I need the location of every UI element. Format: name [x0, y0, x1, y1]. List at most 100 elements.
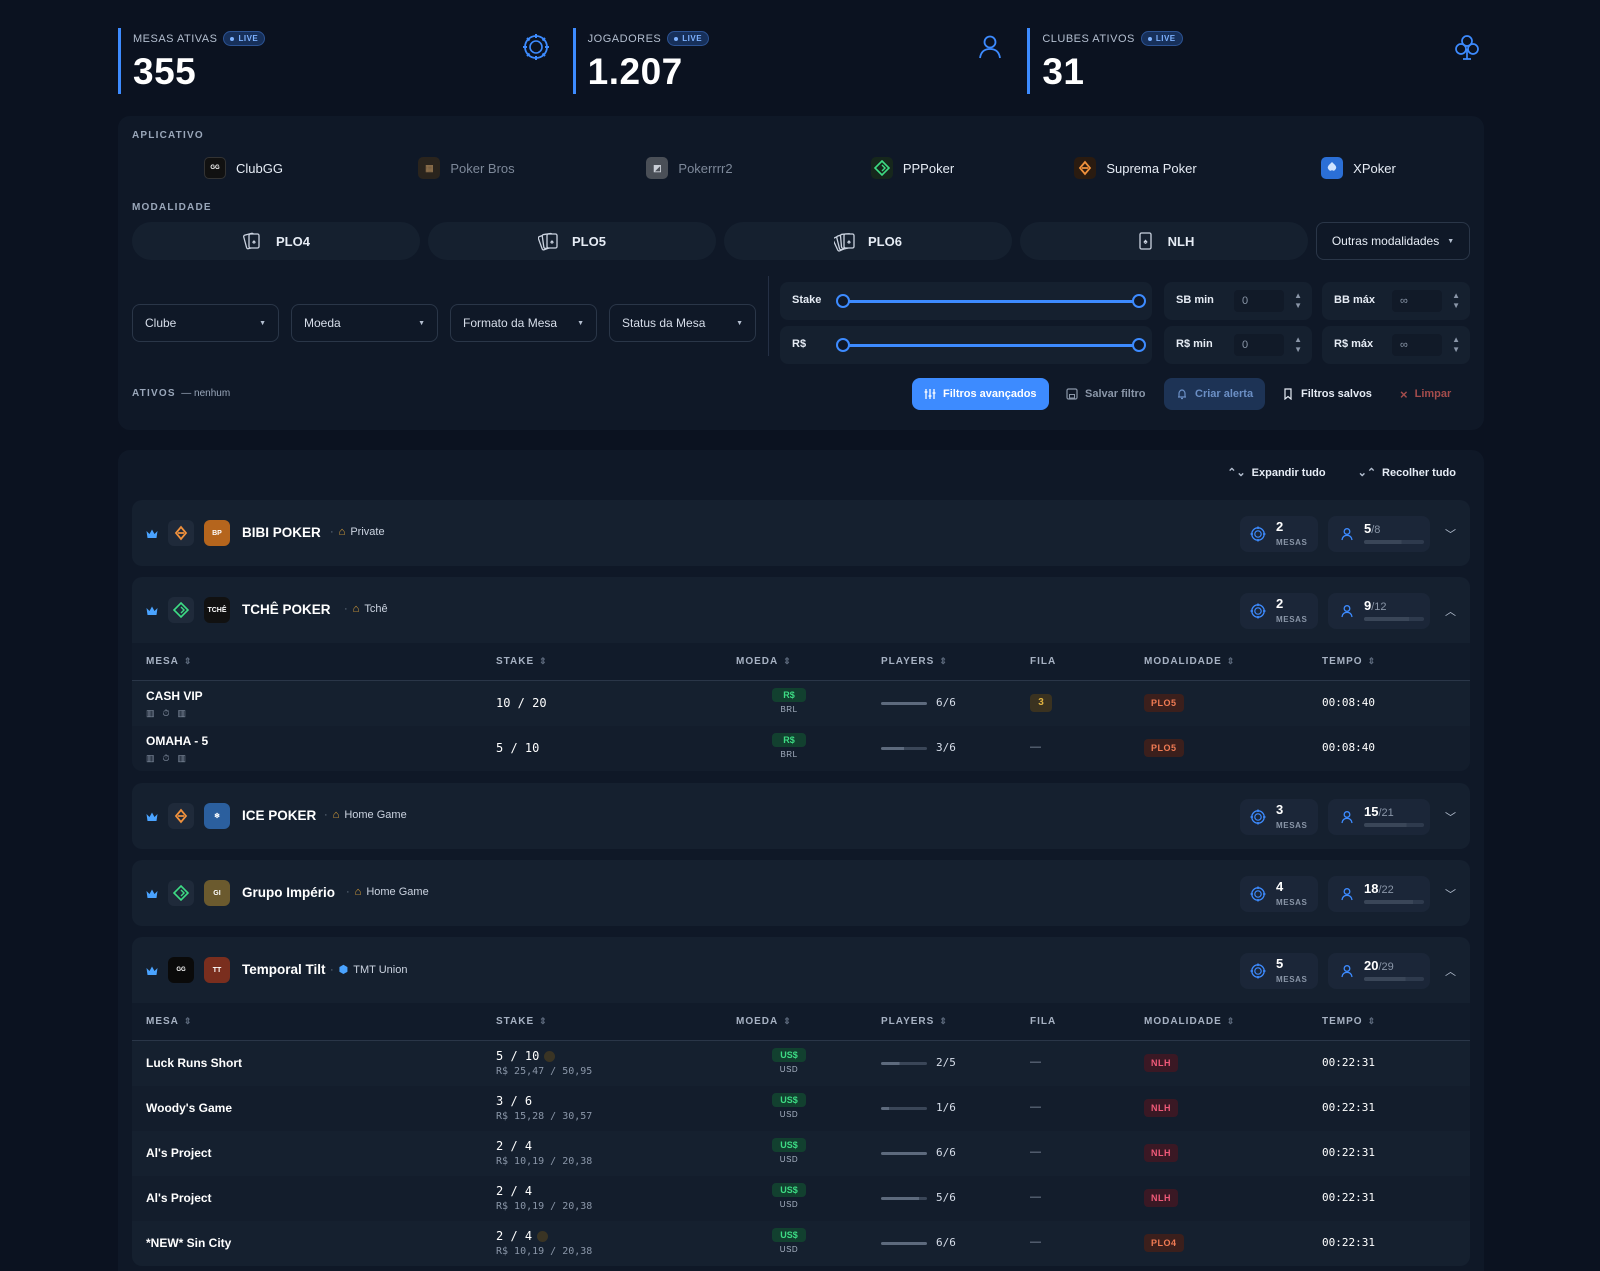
bb-max-field[interactable]: BB máx ∞ ▲ ▼	[1322, 282, 1470, 320]
table-row[interactable]: Woody's Game 3 / 6 R$ 15,28 / 30,57 US$ USD 1…	[132, 1086, 1470, 1131]
modality-plo6[interactable]: ♠ PLO6	[724, 222, 1012, 260]
table-row[interactable]: CASH VIP ▥ ⏱ ▥ 10 / 20 R$ BRL 6/6 3 PLO5 00:08:40	[132, 681, 1470, 726]
column-header[interactable]: MESA ⇕	[146, 1016, 192, 1027]
brl-range-slider[interactable]: R$	[780, 326, 1152, 364]
expand-all-button[interactable]: ⌃⌄ Expandir tudo	[1227, 466, 1325, 479]
mesa-name: Al's Project	[146, 1146, 212, 1160]
stake-brl: R$ 10,19 / 20,38	[496, 1156, 593, 1167]
sb-min-field[interactable]: SB min 0 ▲ ▼	[1164, 282, 1312, 320]
slider-min-handle[interactable]	[836, 338, 850, 352]
save-filter-button[interactable]: Salvar filtro	[1054, 378, 1158, 410]
timer-icon[interactable]: ⏱	[163, 753, 170, 764]
sb-min-input[interactable]: 0	[1234, 290, 1284, 312]
club-card: BP BIBI POKER · ⌂ Private 2 MESAS 5/8 ﹀	[132, 500, 1470, 566]
rs-max-input[interactable]: ∞	[1392, 334, 1442, 356]
bb-max-input[interactable]: ∞	[1392, 290, 1442, 312]
slider-max-handle[interactable]	[1132, 294, 1146, 308]
app-poker-bros[interactable]: ▦ Poker Bros	[355, 154, 578, 182]
column-header[interactable]: PLAYERS ⇕	[881, 656, 948, 667]
app-clubgg[interactable]: GG ClubGG	[132, 154, 355, 182]
club-header[interactable]: TCHÊ TCHÊ POKER · ⌂ Tchê 2 MESAS 9/12 ︿	[132, 577, 1470, 643]
app-pppoker[interactable]: PPPoker	[801, 154, 1024, 182]
table-row[interactable]: Luck Runs Short 5 / 10 R$ 25,47 / 50,95 US$…	[132, 1041, 1470, 1086]
clear-filters-button[interactable]: × Limpar	[1388, 378, 1463, 410]
moeda-dropdown[interactable]: Moeda ▼	[291, 304, 438, 342]
stake-range-slider[interactable]: Stake	[780, 282, 1152, 320]
rs-min-input[interactable]: 0	[1234, 334, 1284, 356]
club-name: Grupo Império	[242, 885, 336, 900]
chevron-up-icon[interactable]: ︿	[1445, 963, 1456, 979]
club-card: GI Grupo Império · ⌂ Home Game 4 MESAS 18/22 ﹀	[132, 860, 1470, 926]
column-header[interactable]: MOEDA ⇕	[736, 656, 792, 667]
mesa-name: CASH VIP	[146, 689, 203, 703]
slider-min-handle[interactable]	[836, 294, 850, 308]
modality-plo5[interactable]: ♠ PLO5	[428, 222, 716, 260]
chevron-up-icon[interactable]: ︿	[1445, 603, 1456, 619]
column-header[interactable]: STAKE ⇕	[496, 1016, 548, 1027]
column-header[interactable]: MOEDA ⇕	[736, 1016, 792, 1027]
table-row[interactable]: Al's Project 2 / 4 R$ 10,19 / 20,38 US$ USD 6…	[132, 1131, 1470, 1176]
modality-badge: PLO4	[1144, 1234, 1184, 1252]
stepper-icon[interactable]: ▲ ▼	[1294, 335, 1302, 355]
chart-icon[interactable]: ▥	[178, 708, 187, 719]
chevron-down-icon[interactable]: ﹀	[1445, 526, 1456, 542]
chevron-down-icon[interactable]: ﹀	[1445, 886, 1456, 902]
table-row[interactable]: OMAHA - 5 ▥ ⏱ ▥ 5 / 10 R$ BRL 3/6 — PLO5 00:08:40	[132, 726, 1470, 771]
slider-track	[842, 300, 1140, 303]
app-suprema-poker[interactable]: Suprema Poker	[1024, 154, 1247, 182]
stake-value: 2 / 4	[496, 1184, 533, 1198]
mesas-value: 2	[1276, 519, 1284, 534]
stepper-icon[interactable]: ▲ ▼	[1452, 335, 1460, 355]
players-progress	[1364, 900, 1424, 904]
club-header[interactable]: ❄ ICE POKER · ⌂ Home Game 3 MESAS 15/21 ﹀	[132, 783, 1470, 849]
modality-badge: NLH	[1144, 1144, 1178, 1162]
mesa-name: Luck Runs Short	[146, 1056, 243, 1070]
timer-icon[interactable]: ⏱	[163, 708, 170, 719]
modality-plo4[interactable]: ♠ PLO4	[132, 222, 420, 260]
club-header[interactable]: GG TT Temporal Tilt · ⬢ TMT Union 5 MESAS 20/29 ︿	[132, 937, 1470, 1003]
column-header[interactable]: MODALIDADE ⇕	[1144, 656, 1235, 667]
clube-dropdown[interactable]: Clube ▼	[132, 304, 279, 342]
sort-icon: ⇕	[1367, 1016, 1377, 1026]
column-header[interactable]: STAKE ⇕	[496, 656, 548, 667]
column-header[interactable]: TEMPO ⇕	[1322, 656, 1376, 667]
table-header: MESA ⇕ STAKE ⇕ MOEDA ⇕ PLAYERS ⇕ FILA MODALIDADE ⇕…	[132, 1003, 1470, 1041]
rs-min-field[interactable]: R$ min 0 ▲ ▼	[1164, 326, 1312, 364]
separator-dot: ·	[330, 526, 334, 538]
modality-nlh[interactable]: ♠ NLH	[1020, 222, 1308, 260]
status-dropdown[interactable]: Status da Mesa ▼	[609, 304, 756, 342]
table-row[interactable]: *NEW* Sin City 2 / 4 R$ 10,19 / 20,38 US$ US…	[132, 1221, 1470, 1266]
app-xpoker[interactable]: XPoker	[1247, 154, 1470, 182]
brl-label: R$	[792, 338, 807, 350]
app-pokerrrr2[interactable]: ◩ Pokerrrr2	[578, 154, 801, 182]
chart-icon[interactable]: ▥	[178, 753, 187, 764]
rs-max-field[interactable]: R$ máx ∞ ▲ ▼	[1322, 326, 1470, 364]
advanced-filters-button[interactable]: Filtros avançados	[912, 378, 1049, 410]
column-header[interactable]: MODALIDADE ⇕	[1144, 1016, 1235, 1027]
club-header[interactable]: BP BIBI POKER · ⌂ Private 2 MESAS 5/8 ﹀	[132, 500, 1470, 566]
chevron-down-icon[interactable]: ﹀	[1445, 809, 1456, 825]
formato-dropdown[interactable]: Formato da Mesa ▼	[450, 304, 597, 342]
stats-icon[interactable]: ▥	[146, 753, 155, 764]
stats-icon[interactable]: ▥	[146, 708, 155, 719]
slider-max-handle[interactable]	[1132, 338, 1146, 352]
bookmark-icon	[1284, 388, 1292, 400]
column-header[interactable]: PLAYERS ⇕	[881, 1016, 948, 1027]
stepper-icon[interactable]: ▲ ▼	[1294, 291, 1302, 311]
players-value: 5/8	[1364, 521, 1381, 536]
sort-icon: ⇕	[939, 656, 948, 666]
club-header[interactable]: GI Grupo Império · ⌂ Home Game 4 MESAS 18/22 ﹀	[132, 860, 1470, 926]
other-modalities-dropdown[interactable]: Outras modalidades ▼	[1316, 222, 1470, 260]
saved-filters-button[interactable]: Filtros salvos	[1270, 378, 1384, 410]
column-header[interactable]: MESA ⇕	[146, 656, 192, 667]
stepper-icon[interactable]: ▲ ▼	[1452, 291, 1460, 311]
table-row[interactable]: Al's Project 2 / 4 R$ 10,19 / 20,38 US$ USD 5…	[132, 1176, 1470, 1221]
queue-value: —	[1030, 1146, 1041, 1158]
column-header[interactable]: TEMPO ⇕	[1322, 1016, 1376, 1027]
modality-badge: NLH	[1144, 1189, 1178, 1207]
card-icon: ♠	[1138, 232, 1152, 250]
pppoker-logo-icon	[168, 880, 194, 906]
collapse-all-button[interactable]: ⌄⌃ Recolher tudo	[1358, 466, 1456, 479]
create-alert-button[interactable]: Criar alerta	[1164, 378, 1266, 410]
players-value: 6/6	[936, 1146, 956, 1159]
